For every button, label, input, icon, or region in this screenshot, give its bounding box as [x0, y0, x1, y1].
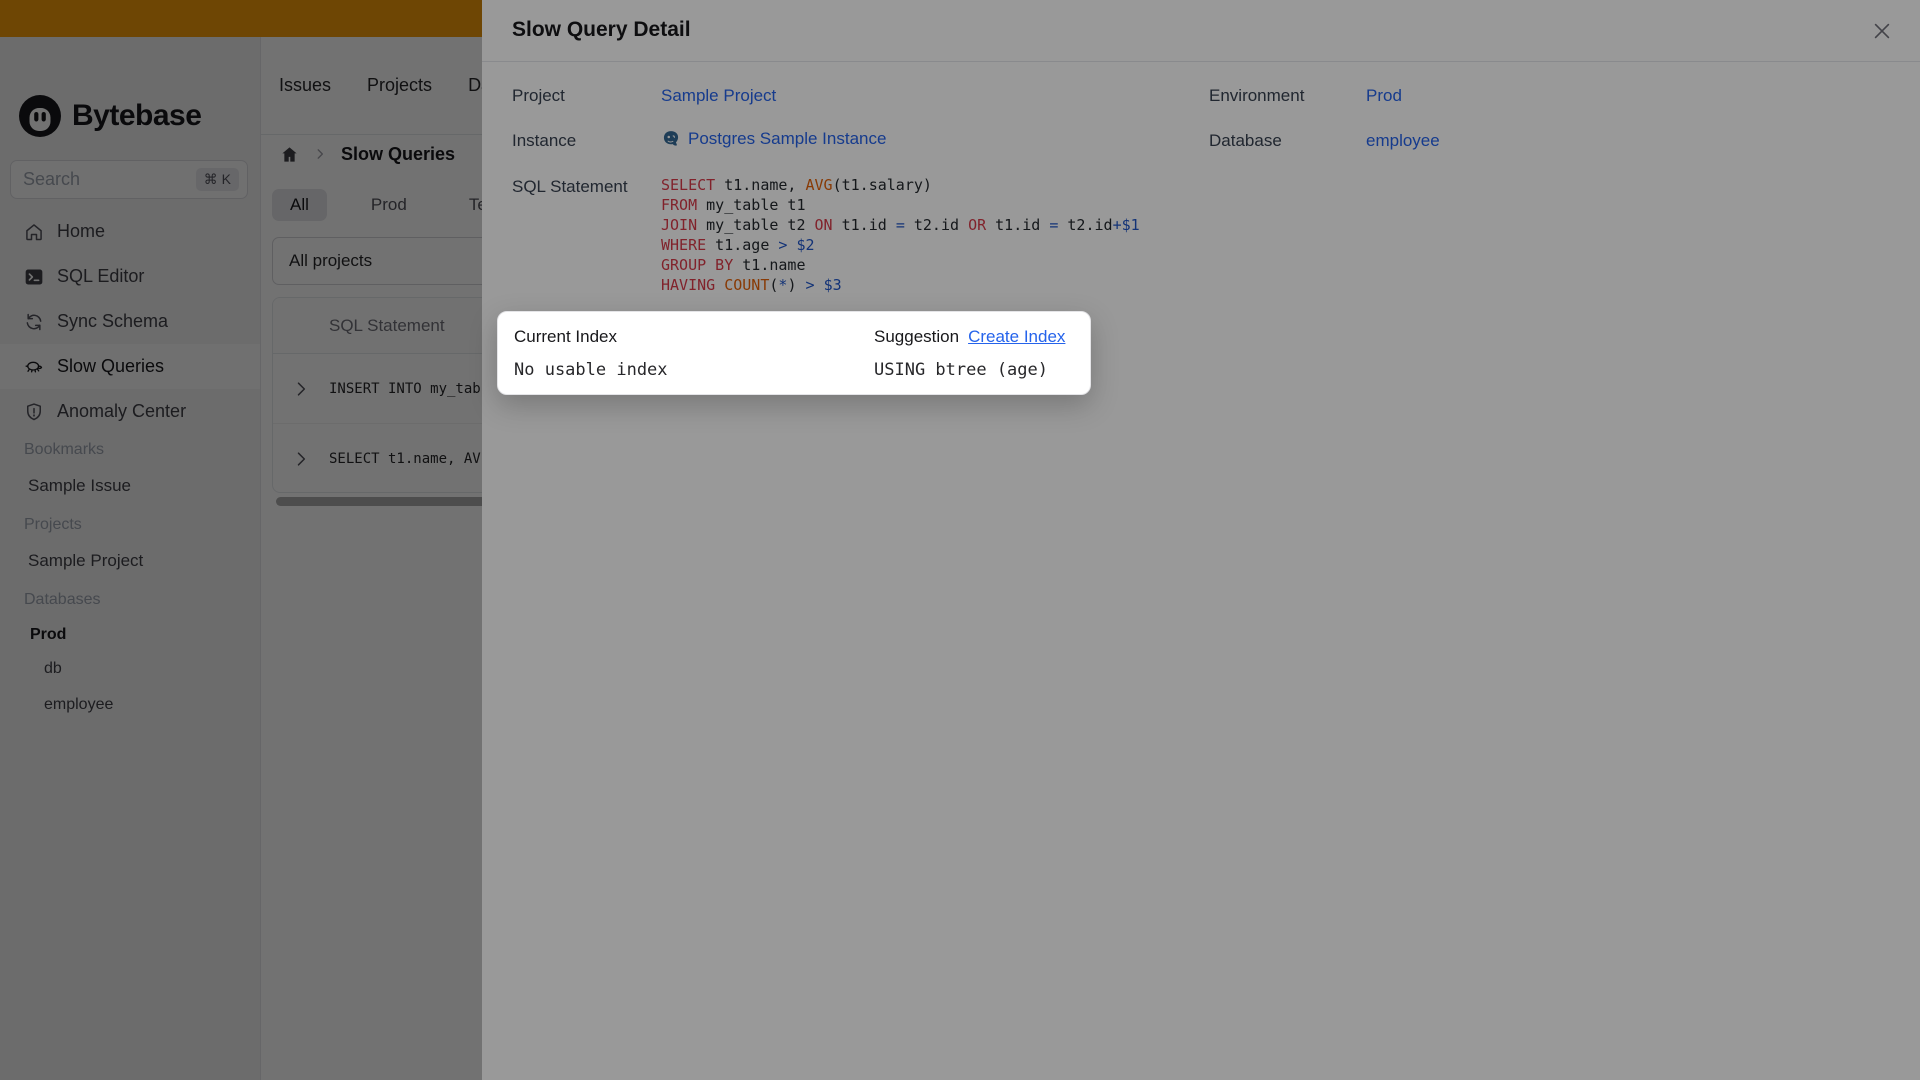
popover-backdrop [0, 0, 1920, 1080]
bytebase-app: Bytebase Search ⌘ K Home SQL Editor Sync… [0, 0, 1920, 1080]
create-index-link[interactable]: Create Index [968, 327, 1065, 346]
current-index-label: Current Index [514, 327, 617, 346]
suggestion-label: Suggestion [874, 327, 960, 346]
index-suggestion-popover: Current Index Suggestion Create Index No … [497, 311, 1091, 395]
current-index-value: No usable index [514, 360, 668, 380]
suggestion-value: USING btree (age) [874, 360, 1048, 380]
